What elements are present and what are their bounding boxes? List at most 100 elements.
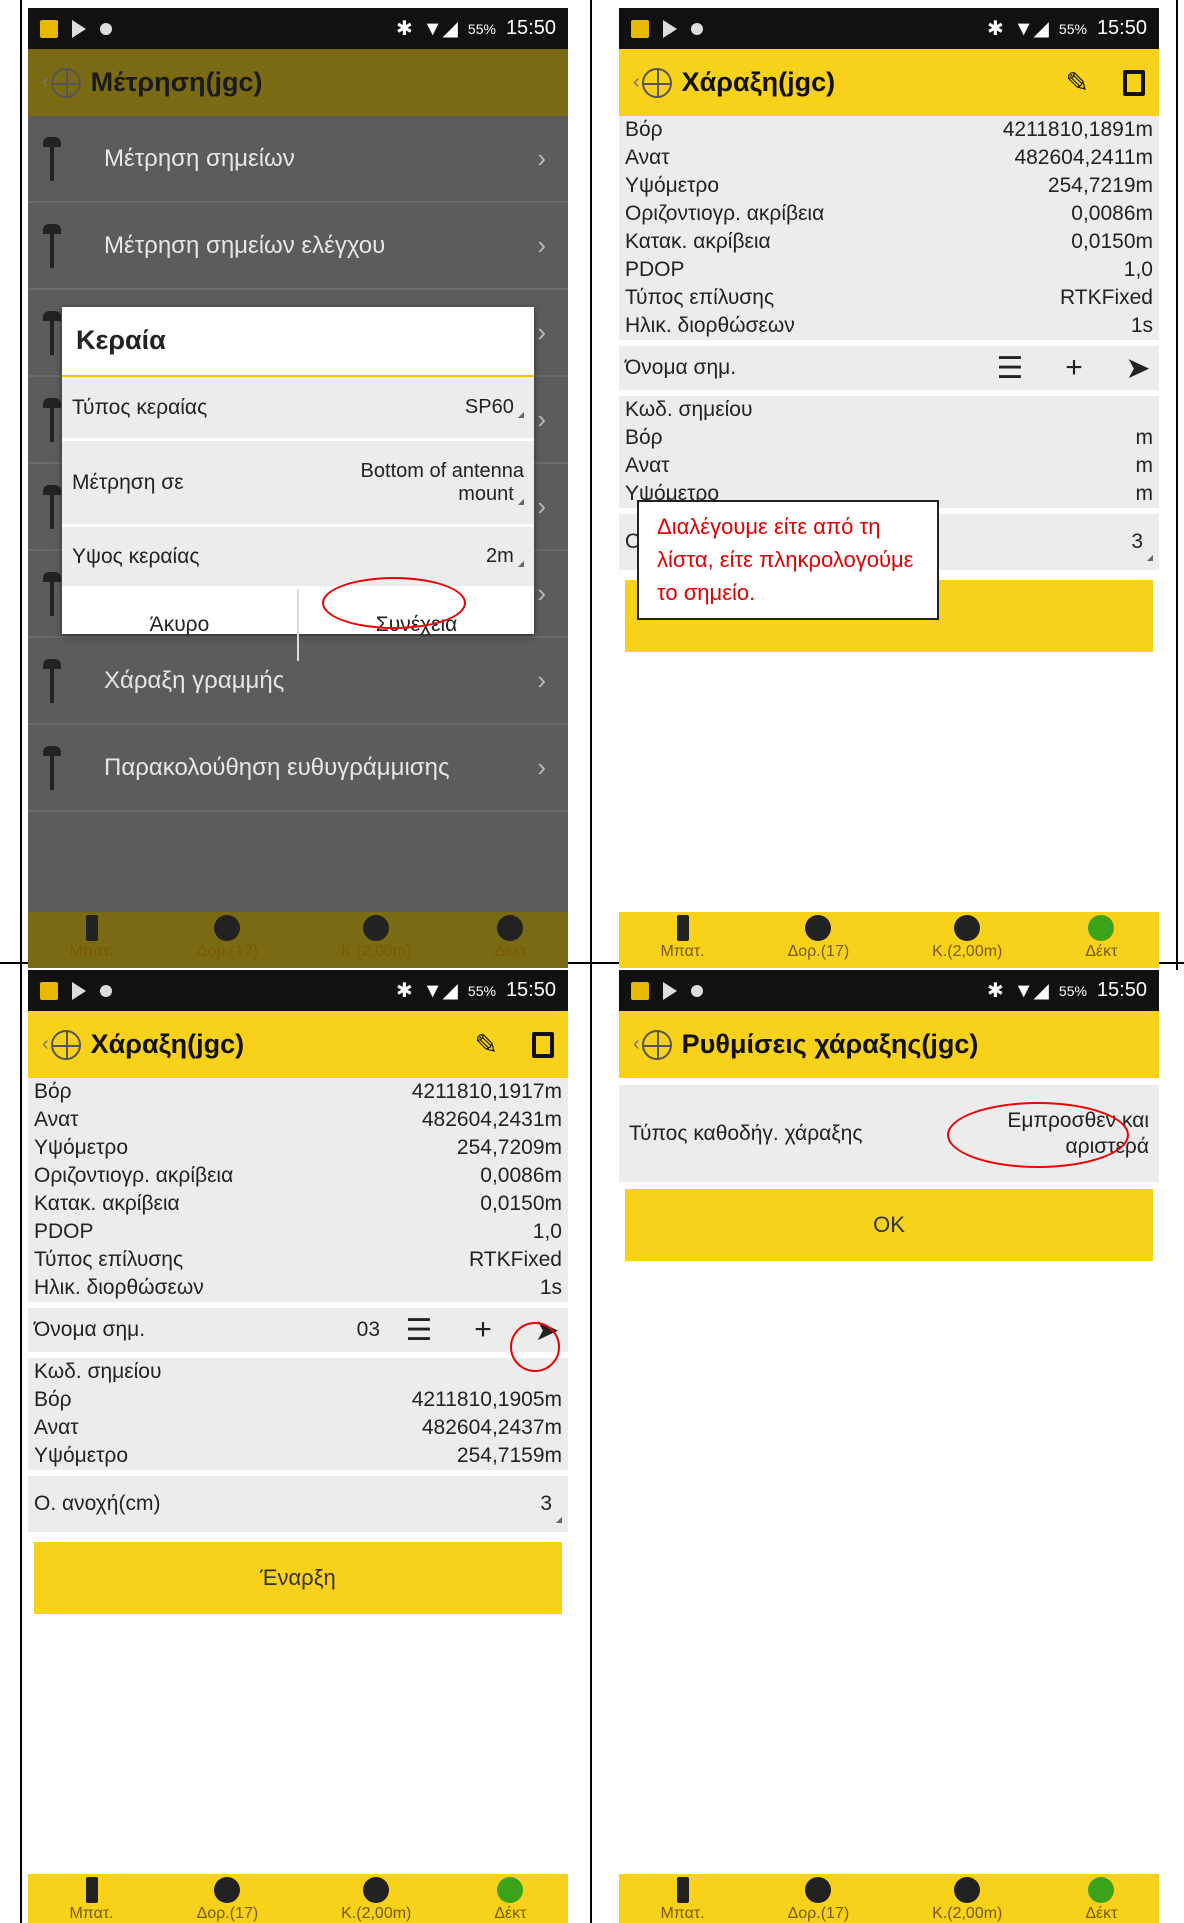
- antenna-type-select[interactable]: SP60: [465, 396, 524, 419]
- base-status[interactable]: Κ.(2,00m): [932, 1874, 1002, 1923]
- antenna-height-row[interactable]: Υψος κεραίας 2m: [62, 527, 534, 589]
- menu-item-label: Μέτρηση σημείων: [104, 144, 295, 172]
- data-row-value: 0,0150m: [1071, 230, 1153, 253]
- data-row-label: Κωδ. σημείου: [34, 1360, 162, 1383]
- satellite-status[interactable]: Δορ.(17): [788, 912, 849, 961]
- photo-icon: [40, 981, 58, 1000]
- point-name-row: Όνομα σημ. ☰ + ➤: [619, 340, 1159, 396]
- edit-icon[interactable]: ✎: [1066, 66, 1089, 99]
- page-title: Χάραξη(jgc): [90, 1029, 245, 1059]
- back-icon[interactable]: ‹: [42, 1033, 49, 1056]
- data-row-value: 1s: [1130, 314, 1153, 337]
- cancel-button[interactable]: Άκυρο: [62, 589, 297, 661]
- back-icon[interactable]: ‹: [633, 1033, 640, 1056]
- app-bar: ‹ Ρυθμίσεις χάραξης(jgc): [619, 1011, 1159, 1078]
- chevron-right-icon: ›: [537, 578, 546, 608]
- map-icon[interactable]: [1123, 69, 1145, 96]
- data-row: Ανατ 482604,2437m: [28, 1414, 568, 1442]
- satellite-icon: [805, 915, 832, 941]
- data-row-label: Ανατ: [34, 1108, 79, 1131]
- crosshair-icon: [641, 67, 672, 98]
- status-bar: ✱ ▼◢ 55% 15:50: [28, 970, 568, 1011]
- chevron-right-icon: ›: [537, 143, 546, 173]
- receiver-status[interactable]: Δέκτ: [494, 1874, 526, 1923]
- base-status[interactable]: Κ.(2,00m): [341, 912, 411, 961]
- data-row: Κατακ. ακρίβεια 0,0150m: [28, 1190, 568, 1218]
- data-row: Υψόμετρο 254,7219m: [619, 172, 1159, 200]
- menu-item-label: Χάραξη γραμμής: [104, 666, 285, 694]
- receiver-icon: [497, 915, 524, 941]
- point-name-input[interactable]: 03: [357, 1318, 380, 1342]
- receiver-icon: [1088, 915, 1115, 941]
- measure-to-label: Μέτρηση σε: [72, 470, 184, 494]
- data-row-value: 254,7219m: [1047, 174, 1153, 197]
- antenna-type-row[interactable]: Τύπος κεραίας SP60: [62, 377, 534, 441]
- data-row-label: Ανατ: [34, 1416, 79, 1439]
- receiver-status[interactable]: Δέκτ: [1085, 912, 1117, 961]
- highlight-circle: [510, 1322, 560, 1372]
- data-row-value: 254,7159m: [456, 1444, 562, 1467]
- dialog-title: Κεραία: [62, 307, 534, 377]
- satellite-status[interactable]: Δορ.(17): [197, 1874, 258, 1923]
- start-button[interactable]: Έναρξη: [34, 1542, 562, 1614]
- data-row: Τύπος επίλυσης RTKFixed: [28, 1246, 568, 1274]
- base-icon: [363, 1877, 390, 1903]
- data-row-label: PDOP: [625, 258, 685, 281]
- screen-stakeout-settings: ✱ ▼◢ 55% 15:50 ‹ Ρυθμίσεις χάραξης(jgc) …: [619, 970, 1159, 1923]
- base-icon: [954, 915, 981, 941]
- base-label: Κ.(2,00m): [341, 1905, 412, 1922]
- antenna-height-input[interactable]: 2m: [486, 545, 524, 568]
- frame-line-right: [1176, 0, 1178, 970]
- menu-item-measure-points[interactable]: Μέτρηση σημείων ›: [28, 116, 568, 203]
- chevron-right-icon: ›: [537, 230, 546, 260]
- point-name-label: Όνομα σημ.: [625, 356, 737, 379]
- battery-status[interactable]: Μπατ.: [660, 1874, 705, 1923]
- screen-stakeout-filled: ✱ ▼◢ 55% 15:50 ‹ Χάραξη(jgc) ✎ Βόρ 421181…: [28, 970, 568, 1923]
- data-row: Κωδ. σημείου: [619, 396, 1159, 424]
- data-row-label: PDOP: [34, 1220, 94, 1243]
- receiver-label: Δέκτ: [1085, 1905, 1118, 1922]
- add-icon[interactable]: +: [468, 1313, 498, 1347]
- bluetooth-icon: ✱: [986, 980, 1004, 1002]
- signal-icon: ▼◢: [1013, 18, 1049, 40]
- point-name-row: Όνομα σημ. 03 ☰ + ➤: [28, 1302, 568, 1358]
- data-row-value: 482604,2411m: [1014, 146, 1153, 169]
- navigate-icon[interactable]: ➤: [1123, 351, 1153, 386]
- base-status[interactable]: Κ.(2,00m): [932, 912, 1002, 961]
- data-row: PDOP 1,0: [28, 1218, 568, 1246]
- receiver-status[interactable]: Δέκτ: [494, 912, 526, 961]
- bottom-status-bar: Μπατ. Δορ.(17) Κ.(2,00m) Δέκτ: [619, 912, 1159, 968]
- add-icon[interactable]: +: [1059, 351, 1089, 385]
- data-row-label: Κωδ. σημείου: [625, 398, 753, 421]
- position-panel: Βόρ 4211810,1917m Ανατ 482604,2431m Υψόμετρο…: [28, 1078, 568, 1614]
- data-row-value: 1s: [539, 1276, 562, 1299]
- tolerance-input[interactable]: 3: [540, 1492, 561, 1524]
- battery-status[interactable]: Μπατ.: [69, 912, 114, 961]
- satellite-status[interactable]: Δορ.(17): [788, 1874, 849, 1923]
- status-bar: ✱ ▼◢ 55% 15:50: [28, 8, 568, 49]
- back-icon[interactable]: ‹: [633, 71, 640, 94]
- data-row-label: Βόρ: [625, 426, 663, 449]
- menu-item-alignment-tracking[interactable]: Παρακολούθηση ευθυγράμμισης ›: [28, 725, 568, 812]
- bluetooth-icon: ✱: [395, 18, 413, 40]
- back-icon[interactable]: ‹: [42, 71, 49, 94]
- receiver-status[interactable]: Δέκτ: [1085, 1874, 1117, 1923]
- data-row-label: Οριζοντιογρ. ακρίβεια: [34, 1164, 234, 1187]
- ok-button[interactable]: OK: [625, 1189, 1153, 1261]
- battery-status[interactable]: Μπατ.: [69, 1874, 114, 1923]
- satellite-icon: [805, 1877, 832, 1903]
- tolerance-input[interactable]: 3: [1131, 530, 1152, 562]
- measure-to-select[interactable]: Bottom of antenna mount: [334, 460, 524, 506]
- edit-icon[interactable]: ✎: [475, 1028, 498, 1061]
- flag-icon: [663, 981, 677, 1000]
- battery-status[interactable]: Μπατ.: [660, 912, 705, 961]
- base-status[interactable]: Κ.(2,00m): [341, 1874, 411, 1923]
- flag-pole-icon: [43, 745, 80, 790]
- clock: 15:50: [1096, 17, 1147, 39]
- satellite-status[interactable]: Δορ.(17): [197, 912, 258, 961]
- list-icon[interactable]: ☰: [995, 351, 1025, 386]
- menu-item-measure-control-points[interactable]: Μέτρηση σημείων ελέγχου ›: [28, 203, 568, 290]
- measure-to-row[interactable]: Μέτρηση σε Bottom of antenna mount: [62, 441, 534, 527]
- map-icon[interactable]: [532, 1031, 554, 1058]
- list-icon[interactable]: ☰: [404, 1313, 434, 1348]
